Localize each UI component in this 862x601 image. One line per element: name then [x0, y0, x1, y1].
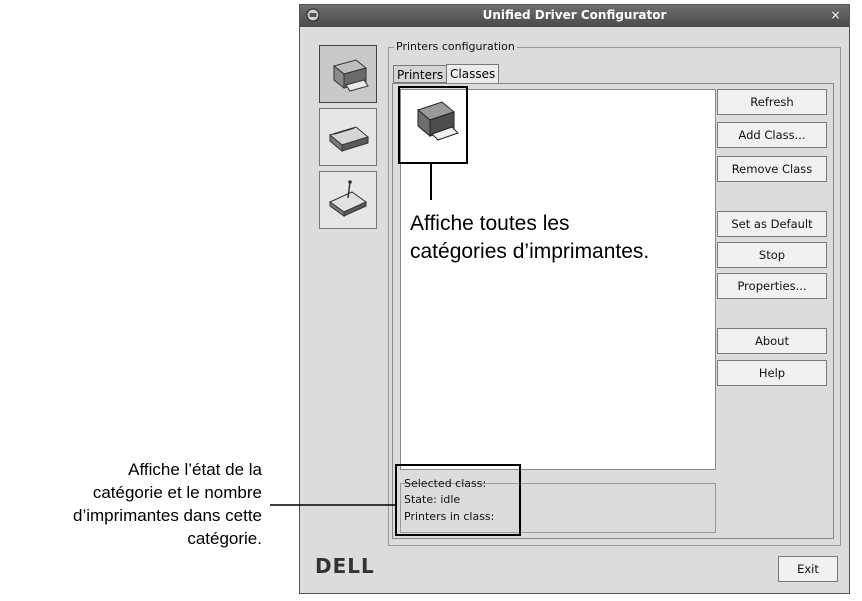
classes-annotation: Affiche toutes les catégories d’impriman… [410, 210, 649, 266]
classes-annotation-line-2: catégories d’imprimantes. [410, 240, 650, 263]
status-annotation-line-4: catégorie. [187, 529, 262, 548]
status-annotation-line-1: Affiche l’état de la [128, 460, 262, 479]
status-annotation-line-2: catégorie et le nombre [92, 483, 262, 502]
classes-annotation-line-1: Affiche toutes les [410, 212, 570, 235]
status-annotation: Affiche l’état de la catégorie et le nom… [0, 458, 262, 550]
status-annotation-line-3: d’imprimantes dans cette [73, 506, 262, 525]
